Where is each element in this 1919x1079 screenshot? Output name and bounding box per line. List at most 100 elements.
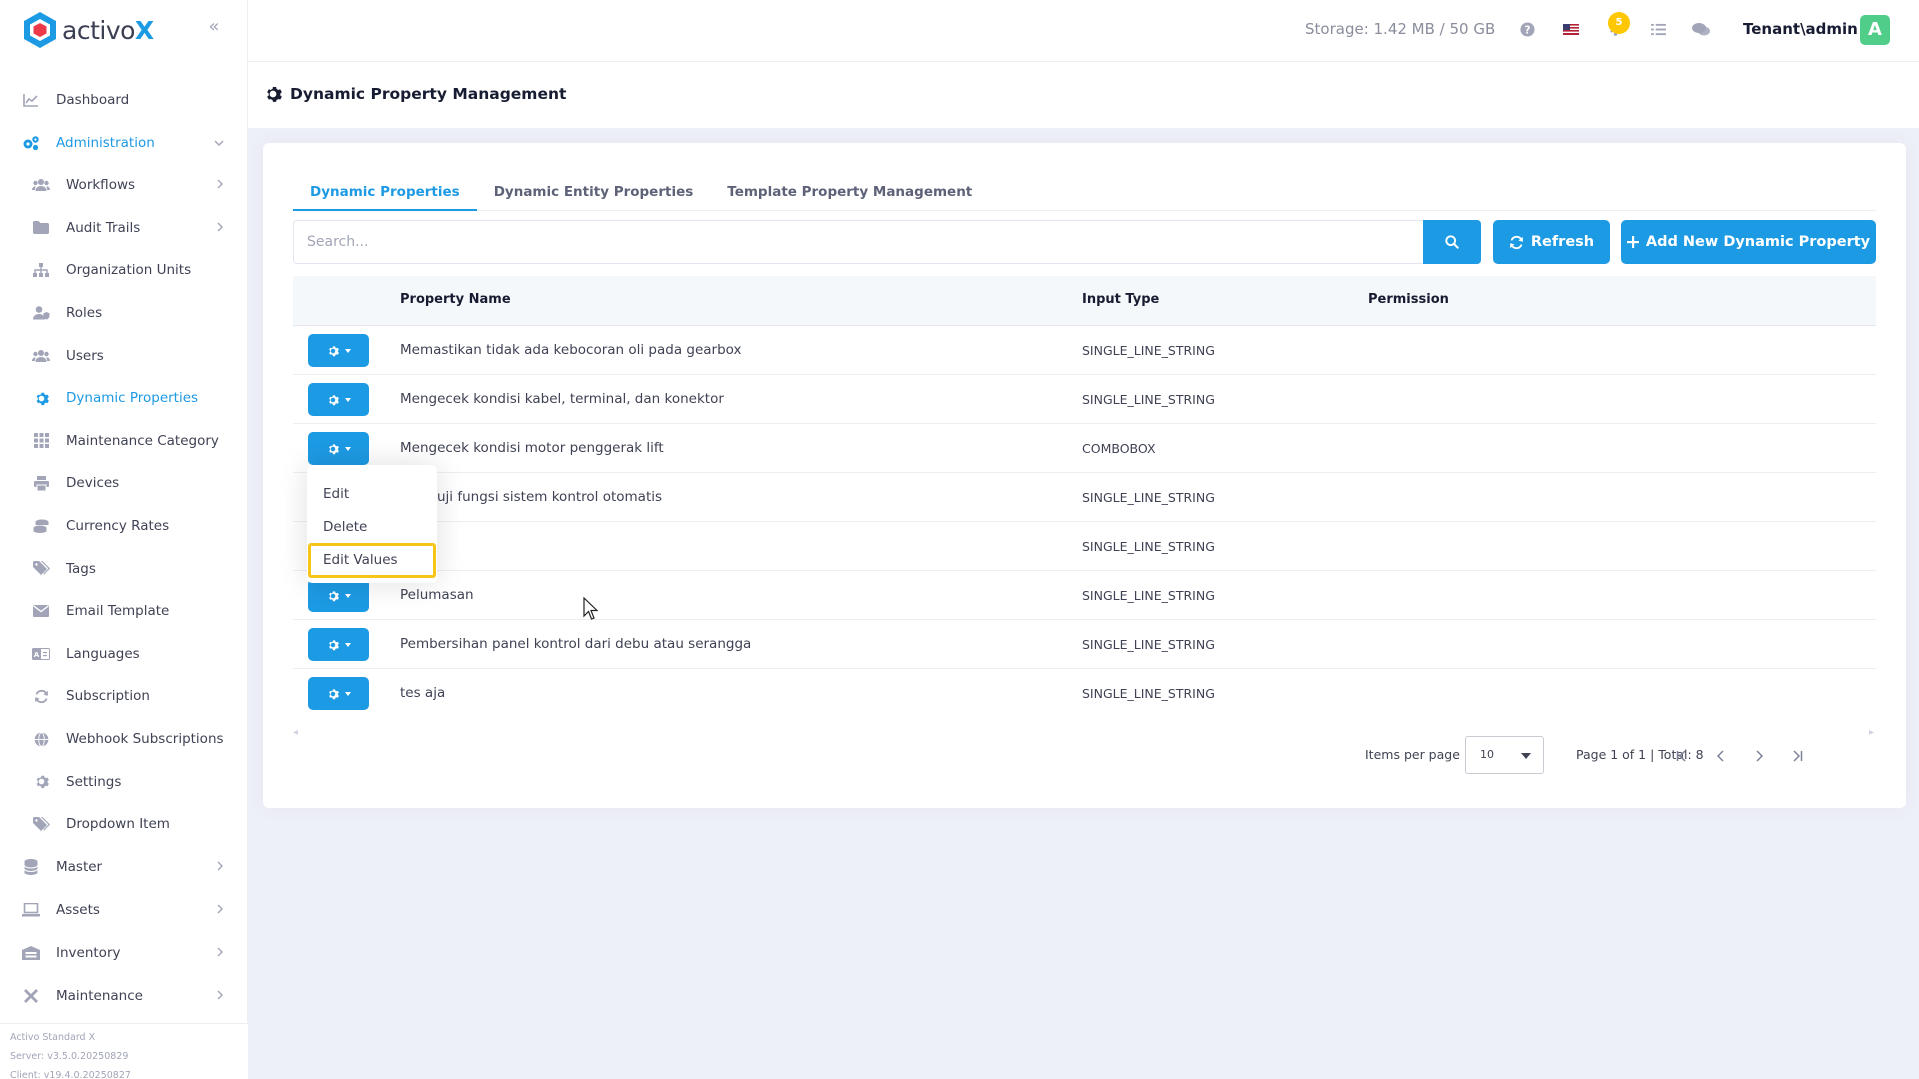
- sidebar-item-audit-trails[interactable]: Audit Trails: [0, 207, 248, 250]
- sidebar-item-workflows[interactable]: Workflows: [0, 164, 248, 207]
- brand-logo[interactable]: activoX: [22, 10, 154, 50]
- search-icon: [1445, 235, 1459, 249]
- column-header-permission[interactable]: Permission: [1368, 292, 1449, 307]
- table-row: Pembersihan panel kontrol dari debu atau…: [293, 620, 1876, 669]
- previous-page-icon[interactable]: [1709, 744, 1733, 768]
- pagination: Items per page 10 Page 1 of 1 | Total: 8: [263, 736, 1906, 776]
- caret-down-icon: [344, 446, 351, 451]
- sidebar-item-administration[interactable]: Administration: [0, 121, 248, 164]
- sidebar-item-label: Maintenance: [56, 988, 143, 1004]
- cell-property-name: Pembersihan panel kontrol dari debu atau…: [400, 636, 752, 652]
- items-per-page-select[interactable]: 10: [1465, 736, 1544, 774]
- cell-input-type: SINGLE_LINE_STRING: [1082, 392, 1215, 407]
- avatar[interactable]: A: [1860, 15, 1890, 45]
- notification-count-badge: 5: [1608, 12, 1630, 34]
- sidebar-item-maintenance[interactable]: Maintenance: [0, 975, 248, 1018]
- sitemap-icon: [32, 261, 50, 279]
- row-actions-button[interactable]: [308, 579, 369, 612]
- task-list-icon[interactable]: [1648, 19, 1668, 39]
- gear-icon: [328, 688, 339, 699]
- menu-item-delete[interactable]: Delete: [307, 511, 437, 544]
- properties-table: Property Name Input Type Permission Mema…: [293, 276, 1876, 718]
- menu-item-edit[interactable]: Edit: [307, 478, 437, 511]
- users-icon: [32, 176, 50, 194]
- sidebar-item-label: Webhook Subscriptions: [66, 731, 224, 748]
- sidebar-item-assets[interactable]: Assets: [0, 889, 248, 932]
- caret-down-icon: [344, 642, 351, 647]
- sidebar-item-label: Devices: [66, 475, 120, 492]
- table-row: Mengecek kondisi motor penggerak lift COM…: [293, 424, 1876, 473]
- sidebar-item-master[interactable]: Master: [0, 846, 248, 889]
- help-icon[interactable]: ?: [1517, 19, 1537, 39]
- us-flag-icon[interactable]: [1561, 19, 1581, 39]
- last-page-icon[interactable]: [1784, 744, 1808, 768]
- column-header-property-name[interactable]: Property Name: [400, 292, 511, 307]
- tools-icon: [22, 987, 40, 1005]
- sidebar-item-email-template[interactable]: Email Template: [0, 590, 248, 633]
- sidebar-item-subscription[interactable]: Subscription: [0, 675, 248, 718]
- user-name[interactable]: Tenant\admin: [1743, 20, 1858, 38]
- subheader: Dynamic Property Management: [248, 62, 1919, 128]
- sidebar-item-inventory[interactable]: Inventory: [0, 932, 248, 975]
- users-icon: [32, 347, 50, 365]
- caret-down-icon: [344, 691, 351, 696]
- sync-icon: [32, 687, 50, 705]
- plus-icon: [1626, 236, 1639, 248]
- sidebar-item-dashboard[interactable]: Dashboard: [0, 78, 248, 121]
- search-button[interactable]: [1423, 220, 1481, 264]
- row-actions-button[interactable]: [308, 383, 369, 416]
- row-actions-button[interactable]: [308, 334, 369, 367]
- cell-input-type: COMBOBOX: [1082, 441, 1156, 456]
- tab-dynamic-entity-properties[interactable]: Dynamic Entity Properties: [477, 173, 711, 211]
- search-input[interactable]: [293, 220, 1423, 264]
- chevron-right-icon: [217, 989, 224, 1003]
- caret-down-icon: [344, 397, 351, 402]
- table-row: Pelumasan SINGLE_LINE_STRING: [293, 571, 1876, 620]
- tags-icon: [32, 815, 50, 833]
- mouse-cursor-icon: [583, 597, 599, 620]
- tab-template-property-management[interactable]: Template Property Management: [710, 173, 989, 211]
- menu-item-edit-values[interactable]: Edit Values: [308, 543, 436, 578]
- sidebar-item-webhook-subscriptions[interactable]: Webhook Subscriptions: [0, 718, 248, 761]
- chevron-right-icon: [217, 860, 224, 874]
- row-actions-button[interactable]: [308, 677, 369, 710]
- row-actions-button[interactable]: [308, 432, 369, 465]
- cell-input-type: SINGLE_LINE_STRING: [1082, 588, 1215, 603]
- sidebar-item-maintenance-category[interactable]: Maintenance Category: [0, 420, 248, 463]
- first-page-icon[interactable]: [1671, 744, 1695, 768]
- collapse-sidebar-icon[interactable]: «: [204, 17, 224, 37]
- sidebar-item-dropdown-item[interactable]: Dropdown Item: [0, 803, 248, 846]
- sidebar-item-devices[interactable]: Devices: [0, 462, 248, 505]
- sidebar-item-label: Settings: [66, 773, 122, 790]
- sidebar-item-label: Maintenance Category: [66, 432, 219, 449]
- refresh-button[interactable]: Refresh: [1493, 220, 1610, 264]
- add-dynamic-property-button[interactable]: Add New Dynamic Property: [1621, 220, 1876, 264]
- chat-icon[interactable]: [1691, 19, 1711, 39]
- column-header-input-type[interactable]: Input Type: [1082, 292, 1159, 307]
- sidebar-item-organization-units[interactable]: Organization Units: [0, 249, 248, 292]
- cell-property-name: Memastikan tidak ada kebocoran oli pada …: [400, 342, 742, 358]
- cell-property-name: Mengecek kondisi kabel, terminal, dan ko…: [400, 391, 724, 407]
- sidebar-item-users[interactable]: Users: [0, 334, 248, 377]
- sidebar-item-tags[interactable]: Tags: [0, 547, 248, 590]
- topbar: Storage: 1.42 MB / 50 GB ? 5 Tenant\admi…: [248, 0, 1919, 62]
- sidebar-item-currency-rates[interactable]: Currency Rates: [0, 505, 248, 548]
- sidebar-item-label: Organization Units: [66, 262, 192, 279]
- sidebar-item-label: Tags: [66, 560, 96, 577]
- next-page-icon[interactable]: [1747, 744, 1771, 768]
- row-actions-button[interactable]: [308, 628, 369, 661]
- sidebar-item-label: Email Template: [66, 603, 170, 620]
- sidebar-item-label: Inventory: [56, 945, 121, 961]
- envelope-icon: [32, 602, 50, 620]
- cell-property-name: uji fungsi sistem kontrol otomatis: [437, 489, 663, 505]
- database-icon: [22, 858, 40, 876]
- sidebar-item-dynamic-properties[interactable]: Dynamic Properties: [0, 377, 248, 420]
- activox-logo-icon: [24, 12, 56, 48]
- sidebar-item-settings[interactable]: Settings: [0, 760, 248, 803]
- tab-dynamic-properties[interactable]: Dynamic Properties: [293, 173, 477, 211]
- gear-icon: [328, 394, 339, 405]
- sidebar-item-languages[interactable]: A Languages: [0, 633, 248, 676]
- cell-input-type: SINGLE_LINE_STRING: [1082, 343, 1215, 358]
- sidebar-item-roles[interactable]: Roles: [0, 292, 248, 335]
- chevron-right-icon: [217, 178, 224, 192]
